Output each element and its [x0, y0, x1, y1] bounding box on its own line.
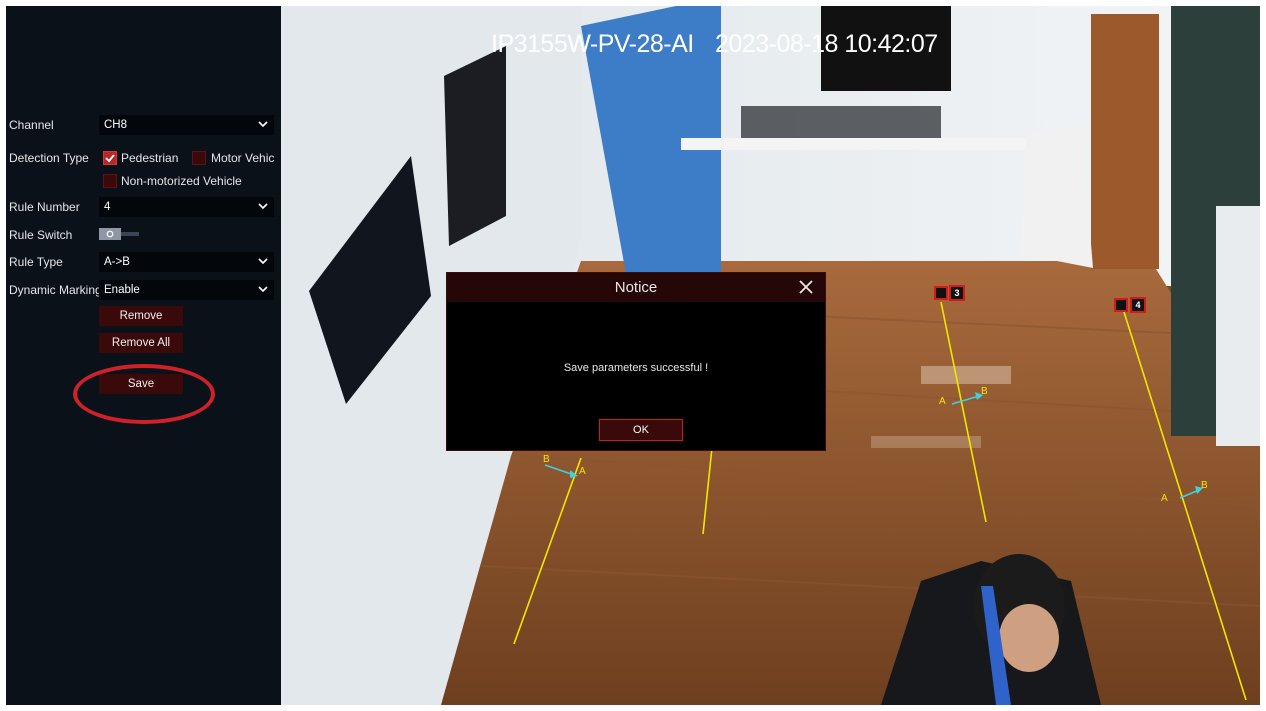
remove-button[interactable]: Remove — [99, 306, 183, 326]
rule-switch-toggle[interactable] — [99, 228, 144, 240]
pedestrian-checkbox[interactable] — [103, 151, 117, 165]
barcode-board — [1021, 124, 1093, 268]
dynamic-marking-select[interactable]: Enable — [99, 280, 274, 300]
display-shelf — [681, 138, 1026, 150]
person-face — [999, 604, 1059, 672]
remove-all-button[interactable]: Remove All — [99, 333, 183, 353]
timestamp-osd: 2023-08-18 10:42:07 — [715, 30, 938, 58]
dynamic-marking-label: Dynamic Marking — [9, 283, 102, 297]
chevron-down-icon — [258, 121, 268, 128]
white-column — [1216, 206, 1260, 446]
rule-marker-handle[interactable] — [1114, 298, 1128, 312]
rule-number-select[interactable]: 4 — [99, 197, 274, 217]
rule-switch-label: Rule Switch — [9, 228, 73, 242]
pedestrian-label: Pedestrian — [121, 151, 179, 165]
floor-reflection — [921, 366, 1011, 384]
detection-type-label: Detection Type — [9, 151, 89, 165]
channel-value: CH8 — [104, 119, 128, 131]
non-motorized-checkbox[interactable] — [103, 174, 117, 188]
wall-tv — [444, 46, 506, 246]
line-label-b: B — [981, 386, 988, 397]
ok-button[interactable]: OK — [599, 419, 683, 441]
notice-dialog: Notice Save parameters successful ! OK — [446, 272, 826, 451]
motor-vehicle-label: Motor Vehic — [211, 151, 275, 165]
rule-number-label: Rule Number — [9, 200, 80, 214]
save-highlight-ring — [73, 364, 215, 424]
non-motorized-label: Non-motorized Vehicle — [121, 174, 242, 188]
camera-name-osd: IP3155W-PV-28-AI — [491, 30, 694, 58]
channel-label: Channel — [9, 118, 54, 132]
rule-type-label: Rule Type — [9, 255, 63, 269]
wooden-door — [1091, 14, 1159, 269]
chevron-down-icon — [258, 258, 268, 265]
close-icon[interactable] — [797, 278, 815, 296]
rule-number-value: 4 — [104, 201, 111, 213]
dialog-message: Save parameters successful ! — [563, 362, 709, 374]
rule-marker-3[interactable]: 3 — [949, 285, 965, 301]
motor-vehicle-checkbox[interactable] — [192, 151, 206, 165]
rule-type-value: A->B — [104, 256, 130, 268]
rule-type-select[interactable]: A->B — [99, 252, 274, 272]
line-label-b: B — [543, 454, 550, 465]
settings-panel: Channel CH8 Detection Type Pedestrian Mo… — [6, 6, 281, 705]
channel-select[interactable]: CH8 — [99, 115, 274, 135]
rule-marker-handle[interactable] — [934, 286, 948, 300]
line-label-b: B — [1201, 480, 1208, 491]
line-label-a: A — [1161, 493, 1168, 504]
dialog-title: Notice — [614, 279, 658, 296]
product-display — [741, 106, 941, 138]
chevron-down-icon — [258, 203, 268, 210]
chevron-down-icon — [258, 286, 268, 293]
power-icon — [106, 230, 114, 238]
toggle-knob — [99, 228, 121, 240]
line-label-a: A — [939, 396, 946, 407]
floor-reflection — [871, 436, 981, 448]
dynamic-marking-value: Enable — [104, 284, 140, 296]
line-label-a: A — [579, 466, 586, 477]
rule-marker-4[interactable]: 4 — [1130, 297, 1146, 313]
app-frame: Channel CH8 Detection Type Pedestrian Mo… — [6, 6, 1260, 705]
checkmark-icon — [105, 154, 115, 163]
